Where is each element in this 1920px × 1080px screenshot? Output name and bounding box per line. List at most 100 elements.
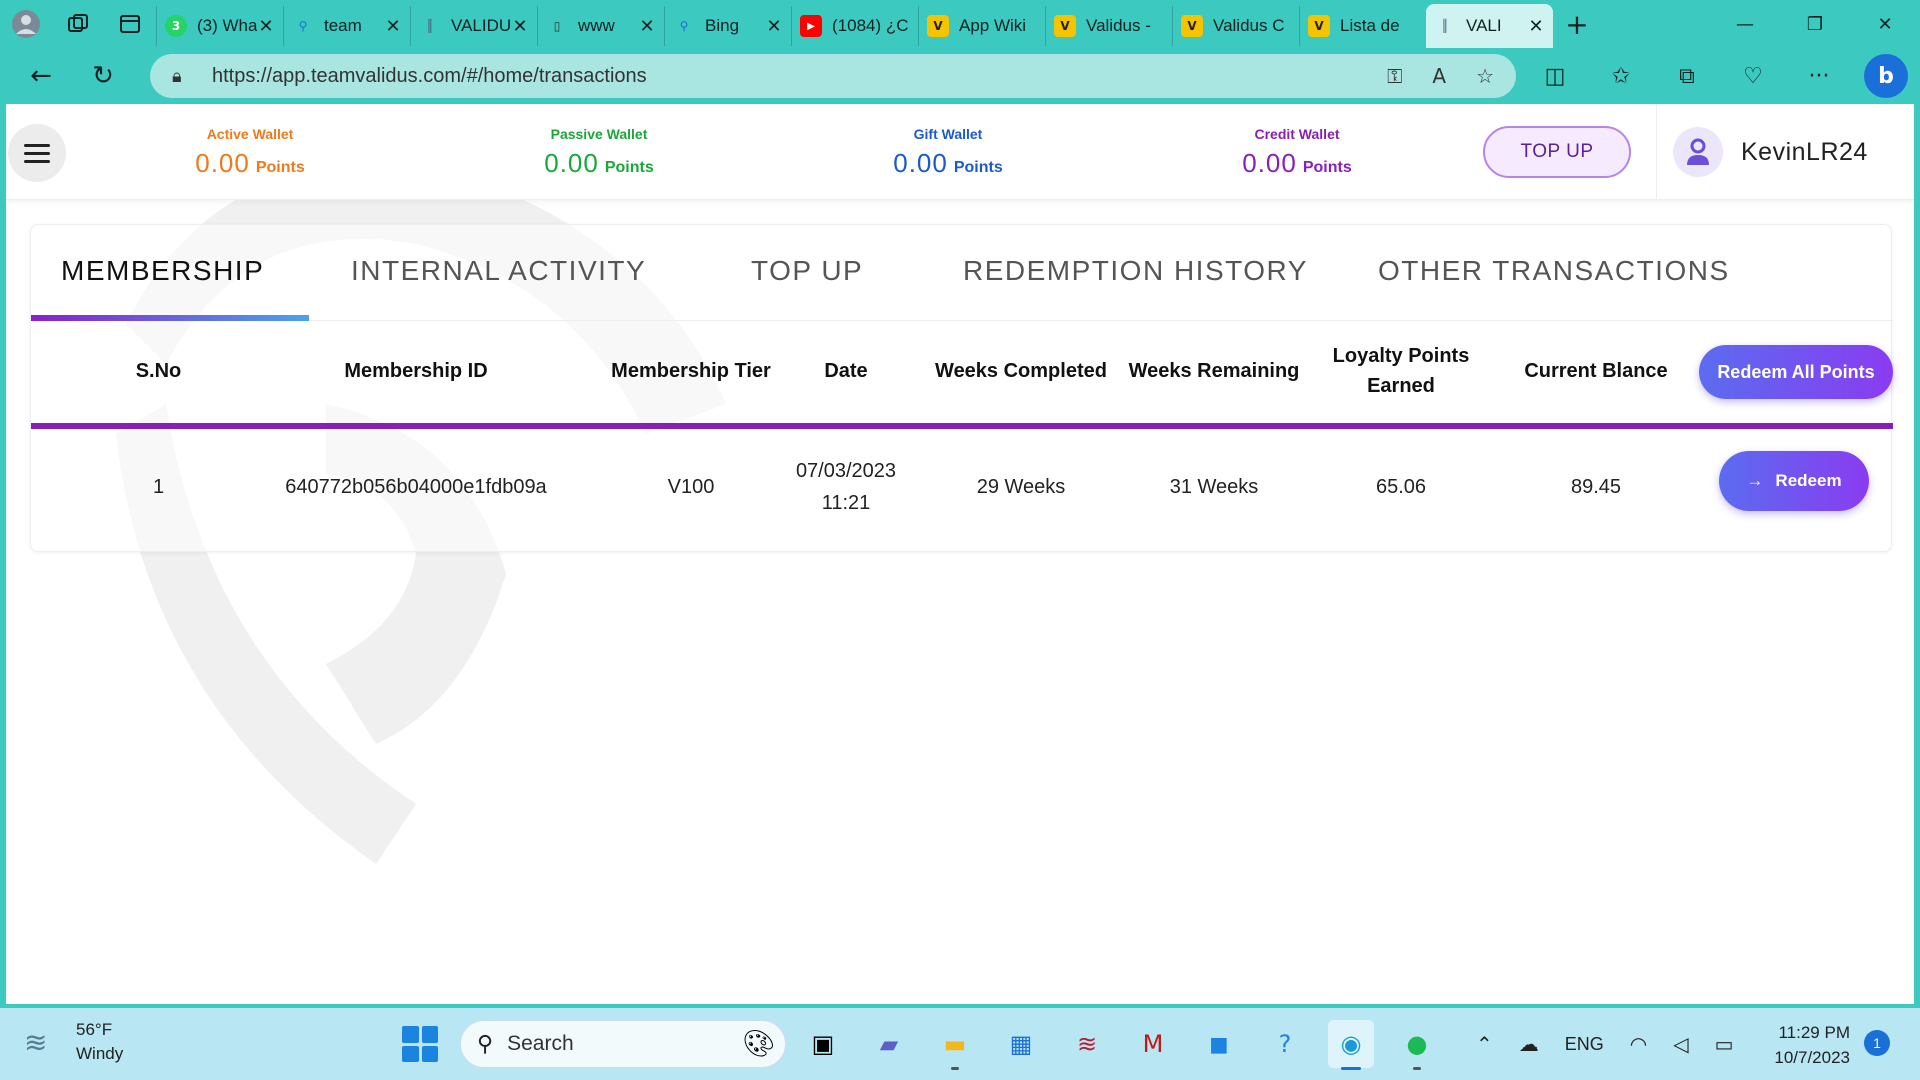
refresh-icon[interactable]: ↻: [72, 48, 134, 104]
cell-date: 07/03/2023 11:21: [795, 460, 897, 514]
favorites-icon[interactable]: ✩: [1588, 64, 1654, 89]
lock-icon[interactable]: 🔒︎: [172, 66, 198, 87]
close-icon[interactable]: ✕: [257, 16, 275, 37]
active-wallet: Active Wallet 0.00 Points: [195, 126, 305, 178]
whatsapp-icon: 3: [165, 15, 187, 37]
myhp-icon[interactable]: ◼: [1196, 1020, 1242, 1068]
workspaces-icon[interactable]: [52, 0, 104, 48]
cell-weeks-completed: 29 Weeks: [976, 476, 1066, 498]
cell-current-balance: 89.45: [1570, 476, 1622, 498]
close-icon[interactable]: ✕: [511, 16, 529, 37]
tab-internal-activity[interactable]: INTERNAL ACTIVITY: [351, 255, 646, 287]
profile-icon[interactable]: [0, 0, 52, 48]
browser-toolbar: ← ↻ 🔒︎ https://app.teamvalidus.com/#/hom…: [0, 48, 1920, 104]
address-bar[interactable]: 🔒︎ https://app.teamvalidus.com/#/home/tr…: [150, 54, 1516, 98]
search-icon: ⚲: [298, 19, 308, 33]
volume-icon[interactable]: ◁: [1673, 1032, 1688, 1057]
wifi-icon[interactable]: ◠: [1630, 1032, 1647, 1057]
browser-tab-whatsapp[interactable]: 3 (3) WhatsApp ✕: [156, 6, 283, 46]
more-icon[interactable]: ···: [1786, 64, 1852, 89]
column-header-weeks-remaining: Weeks Remaining: [1128, 360, 1300, 382]
validus-icon: ║: [426, 19, 434, 33]
cell-loyalty-points: 65.06: [1375, 476, 1427, 498]
mcafee-icon[interactable]: M: [1130, 1020, 1176, 1068]
task-view-icon[interactable]: ▣: [800, 1020, 846, 1068]
page-icon: ▯: [553, 19, 561, 33]
column-header-date: Date: [824, 360, 868, 382]
read-aloud-icon[interactable]: A: [1432, 64, 1446, 88]
browser-tool-icons: ◫ ✩ ⧉ ♡ ··· b: [1522, 48, 1920, 104]
youtube-icon: ▶: [800, 15, 822, 37]
start-button[interactable]: [402, 1026, 438, 1062]
browser-tab-lista[interactable]: V Lista de: [1299, 6, 1426, 46]
battery-icon[interactable]: ▭: [1715, 1032, 1734, 1057]
close-icon[interactable]: ✕: [638, 16, 656, 37]
collections-icon[interactable]: ⧉: [1654, 64, 1720, 89]
windows-taskbar: ≋ 56°F Windy ⚲ Search 🎨︎ ▣ ▰ ▬ ▦ ≋ M ◼ ?…: [0, 1008, 1920, 1080]
weather-widget[interactable]: ≋ 56°F Windy: [24, 1018, 123, 1066]
browser-tab-bing[interactable]: ⚲ Bing ✕: [664, 6, 791, 46]
browser-essentials-icon[interactable]: ♡: [1720, 64, 1786, 89]
tab-top-up[interactable]: TOP UP: [751, 255, 863, 287]
clock[interactable]: 11:29 PM 10/7/2023: [1760, 1020, 1850, 1070]
search-icon: ⚲: [679, 19, 689, 33]
menu-icon[interactable]: [8, 124, 66, 182]
user-menu[interactable]: KevinLR24: [1656, 104, 1914, 200]
top-header: Active Wallet 0.00 Points Passive Wallet …: [6, 104, 1914, 200]
validus-yellow-icon: V: [1181, 15, 1203, 37]
minimize-icon[interactable]: —: [1710, 0, 1780, 48]
taskbar-search[interactable]: ⚲ Search 🎨︎: [460, 1020, 786, 1068]
browser-tab-youtube[interactable]: ▶ (1084) ¿C: [791, 6, 918, 46]
browser-tab-validus-3[interactable]: V Validus C: [1172, 6, 1299, 46]
split-screen-icon[interactable]: ◫: [1522, 64, 1588, 89]
teams-chat-icon[interactable]: ▰: [866, 1020, 912, 1068]
tab-actions-icon[interactable]: [104, 0, 156, 48]
tab-other-transactions[interactable]: OTHER TRANSACTIONS: [1378, 255, 1730, 287]
column-header-current-balance: Current Blance: [1524, 360, 1668, 382]
redeem-all-points-button[interactable]: Redeem All Points: [1699, 345, 1893, 399]
browser-tab-active[interactable]: ║ VALI ✕: [1426, 4, 1553, 48]
microsoft-store-icon[interactable]: ▦: [998, 1020, 1044, 1068]
bank-app-icon[interactable]: ≋: [1064, 1020, 1110, 1068]
active-wallet-value: 0.00: [195, 148, 250, 178]
language-indicator[interactable]: ENG: [1565, 1034, 1604, 1055]
back-icon[interactable]: ←: [10, 48, 72, 104]
close-icon[interactable]: ✕: [1527, 16, 1545, 37]
browser-tab-www[interactable]: ▯ www ✕: [537, 6, 664, 46]
new-tab-icon[interactable]: +: [1553, 8, 1601, 41]
url-text[interactable]: https://app.teamvalidus.com/#/home/trans…: [212, 65, 1387, 88]
tab-membership[interactable]: MEMBERSHIP: [61, 255, 264, 287]
restore-icon[interactable]: ❐: [1780, 0, 1850, 48]
close-icon[interactable]: ✕: [384, 16, 402, 37]
close-window-icon[interactable]: ✕: [1850, 0, 1920, 48]
top-up-button[interactable]: TOP UP: [1483, 126, 1631, 178]
passive-wallet: Passive Wallet 0.00 Points: [544, 126, 654, 178]
chevron-up-icon[interactable]: ⌃: [1476, 1032, 1493, 1057]
browser-tab-team[interactable]: ⚲ team ✕: [283, 6, 410, 46]
column-header-membership-id: Membership ID: [344, 360, 488, 382]
notification-badge[interactable]: 1: [1864, 1030, 1890, 1056]
onedrive-icon[interactable]: ☁: [1519, 1032, 1539, 1057]
username[interactable]: KevinLR24: [1741, 138, 1868, 167]
file-explorer-icon[interactable]: ▬: [932, 1020, 978, 1070]
bing-copilot-icon[interactable]: b: [1864, 54, 1908, 98]
web-page: Active Wallet 0.00 Points Passive Wallet …: [6, 104, 1914, 1004]
validus-yellow-icon: V: [1308, 15, 1330, 37]
tab-redemption-history[interactable]: REDEMPTION HISTORY: [963, 255, 1308, 287]
browser-tab-app-wiki[interactable]: V App Wiki: [918, 6, 1045, 46]
get-help-icon[interactable]: ?: [1262, 1020, 1308, 1068]
wind-icon: ≋: [24, 1025, 48, 1059]
cell-weeks-remaining: 31 Weeks: [1169, 476, 1259, 498]
browser-tab-validus[interactable]: ║ VALIDUS ✕: [410, 6, 537, 46]
favorite-star-icon[interactable]: ☆: [1476, 64, 1494, 88]
browser-tab-validus-2[interactable]: V Validus -: [1045, 6, 1172, 46]
spotify-icon[interactable]: ●: [1394, 1020, 1440, 1070]
transactions-card: MEMBERSHIP INTERNAL ACTIVITY TOP UP REDE…: [30, 224, 1893, 552]
arrow-right-icon: →: [1746, 471, 1764, 490]
column-header-loyalty-points: Loyalty Points Earned: [1332, 345, 1470, 397]
redeem-button[interactable]: → Redeem: [1719, 451, 1869, 511]
edge-browser-icon[interactable]: ◉: [1328, 1020, 1374, 1070]
avatar[interactable]: [1673, 127, 1723, 177]
password-key-icon[interactable]: ⚿: [1387, 64, 1402, 88]
close-icon[interactable]: ✕: [765, 16, 783, 37]
